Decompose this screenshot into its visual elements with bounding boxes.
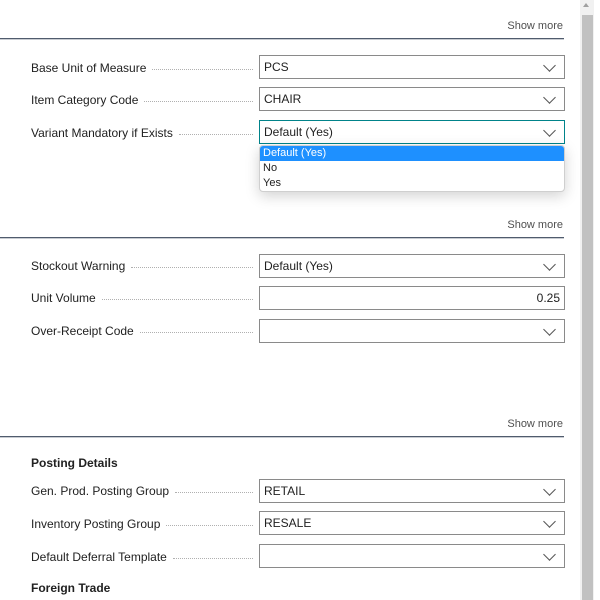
deferral-template-select[interactable] xyxy=(259,544,565,568)
foreign-trade-heading: Foreign Trade xyxy=(31,581,111,595)
section-divider xyxy=(0,436,564,438)
over-receipt-select[interactable] xyxy=(259,319,565,343)
gen-prod-posting-select[interactable]: RETAIL xyxy=(259,479,565,503)
inventory-posting-select[interactable]: RESALE xyxy=(259,511,565,535)
label-text: Base Unit of Measure xyxy=(31,61,147,75)
item-category-label: Item Category Code xyxy=(31,88,257,112)
value: Default (Yes) xyxy=(264,259,333,273)
posting-details-heading: Posting Details xyxy=(31,456,118,470)
gen-prod-posting-label: Gen. Prod. Posting Group xyxy=(31,479,257,503)
variant-mandatory-label: Variant Mandatory if Exists xyxy=(31,121,257,145)
value: RETAIL xyxy=(264,484,306,498)
inventory-posting-label: Inventory Posting Group xyxy=(31,512,257,536)
label-text: Unit Volume xyxy=(31,291,96,305)
option-yes[interactable]: Yes xyxy=(260,176,564,191)
value: PCS xyxy=(264,60,289,74)
label-text: Stockout Warning xyxy=(31,259,126,273)
value: Default (Yes) xyxy=(264,125,333,139)
value: RESALE xyxy=(264,516,312,530)
base-unit-select[interactable]: PCS xyxy=(259,55,565,79)
variant-mandatory-dropdown: Default (Yes) No Yes xyxy=(259,145,565,192)
label-text: Variant Mandatory if Exists xyxy=(31,126,173,140)
show-more-link[interactable]: Show more xyxy=(507,20,563,32)
label-text: Inventory Posting Group xyxy=(31,517,161,531)
chevron-down-icon xyxy=(543,514,556,528)
label-text: Item Category Code xyxy=(31,93,139,107)
scroll-up-icon[interactable] xyxy=(583,3,589,7)
show-more-link[interactable]: Show more xyxy=(507,418,563,430)
chevron-down-icon xyxy=(543,547,556,561)
value: 0.25 xyxy=(536,291,560,305)
label-text: Gen. Prod. Posting Group xyxy=(31,484,170,498)
chevron-down-icon xyxy=(543,482,556,496)
value: CHAIR xyxy=(264,92,302,106)
label-text: Default Deferral Template xyxy=(31,550,167,564)
chevron-down-icon xyxy=(543,257,556,271)
deferral-template-label: Default Deferral Template xyxy=(31,545,257,569)
show-more-link[interactable]: Show more xyxy=(507,219,563,231)
base-unit-label: Base Unit of Measure xyxy=(31,56,257,80)
scrollbar-thumb[interactable] xyxy=(582,15,593,600)
stockout-warning-select[interactable]: Default (Yes) xyxy=(259,254,565,278)
section-divider xyxy=(0,237,564,239)
stockout-warning-label: Stockout Warning xyxy=(31,254,257,278)
option-no[interactable]: No xyxy=(260,161,564,176)
chevron-down-icon xyxy=(543,58,556,72)
unit-volume-input[interactable]: 0.25 xyxy=(259,286,565,310)
over-receipt-label: Over-Receipt Code xyxy=(31,319,257,343)
chevron-down-icon xyxy=(543,90,556,104)
chevron-down-icon xyxy=(543,322,556,336)
section-divider xyxy=(0,38,564,40)
variant-mandatory-select[interactable]: Default (Yes) xyxy=(259,120,565,144)
unit-volume-label: Unit Volume xyxy=(31,286,257,310)
option-default-yes[interactable]: Default (Yes) xyxy=(260,146,564,161)
item-category-select[interactable]: CHAIR xyxy=(259,87,565,111)
label-text: Over-Receipt Code xyxy=(31,324,134,338)
chevron-down-icon xyxy=(543,123,556,137)
